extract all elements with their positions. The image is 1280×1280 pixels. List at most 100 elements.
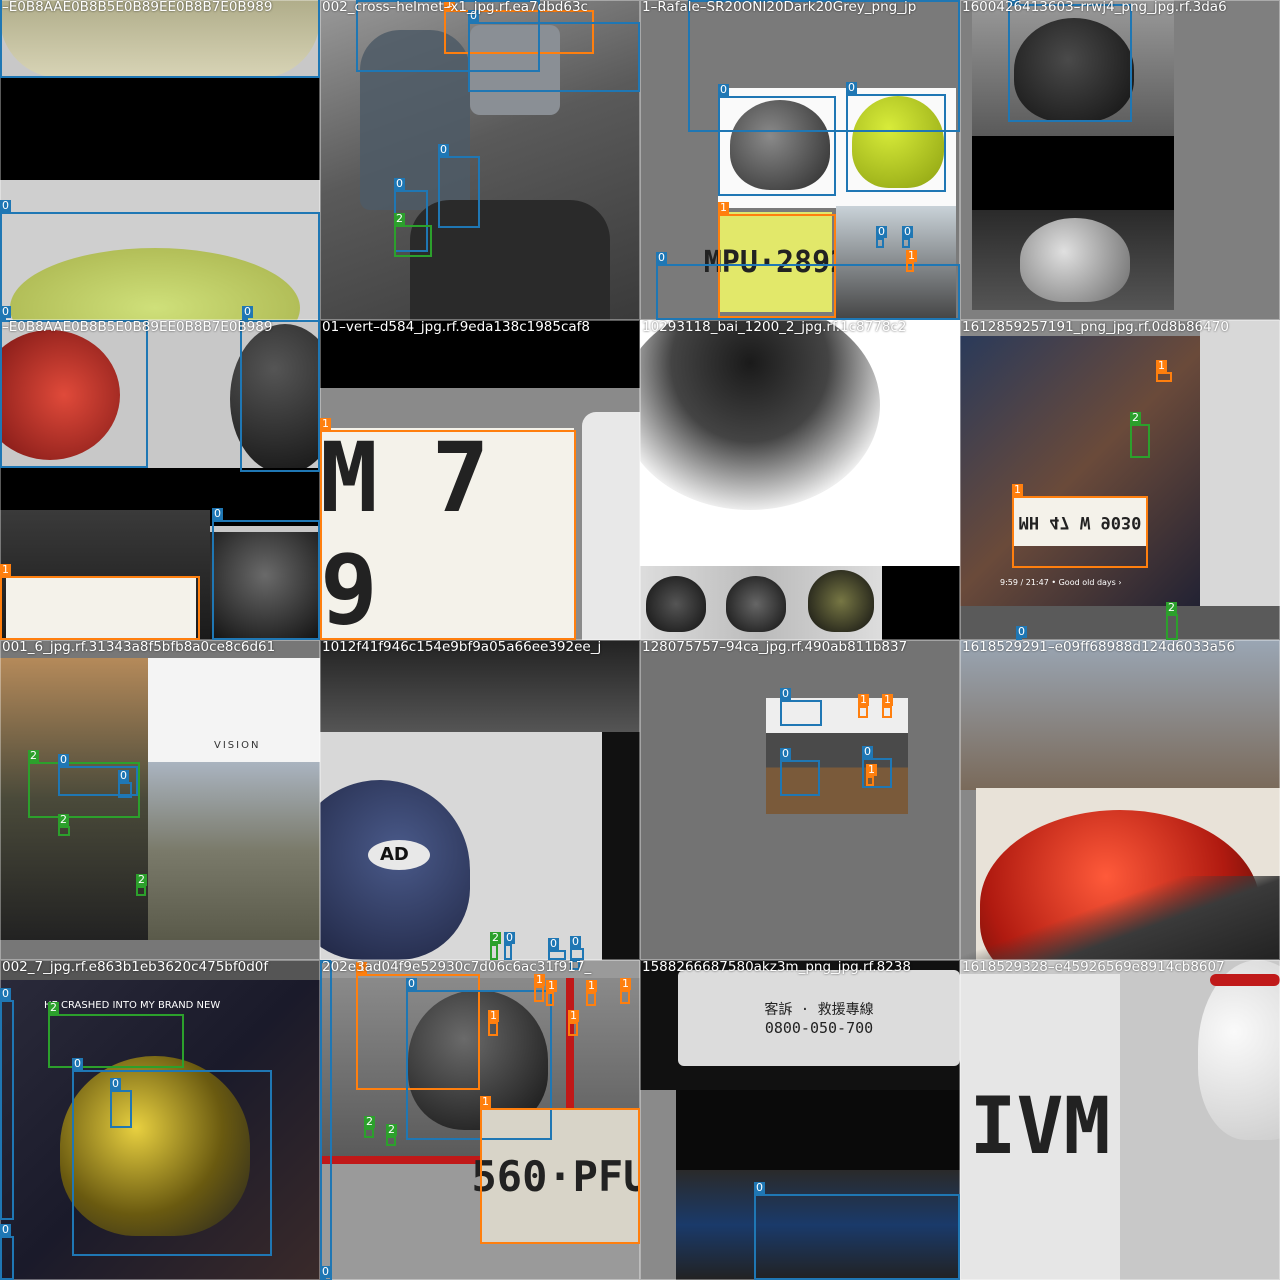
bbox: 1	[586, 980, 597, 1006]
bbox: 0	[1008, 0, 1132, 122]
mosaic-tile: MPU·2892 0 0 0 1 0 0 0 1 1–Rafale–SR20ON…	[640, 0, 960, 320]
black-padding	[972, 136, 1174, 210]
bbox: 1	[1156, 360, 1172, 382]
bbox: 0	[72, 1058, 272, 1256]
video-title: HE CRASHED INTO MY BRAND NEW	[44, 1000, 221, 1011]
gray-area	[640, 1090, 676, 1280]
bbox: 1	[858, 694, 869, 718]
tile-filename: –E0B8AAE0B8B5E0B89EE0B8B7E0B989	[2, 0, 273, 15]
helmet-small-image	[646, 576, 706, 632]
bbox: 0	[548, 938, 566, 960]
bbox: 0	[118, 770, 132, 798]
mosaic-tile: MVI 1618529328–e45926569e8914cb8607	[960, 960, 1280, 1280]
car-image	[1200, 320, 1280, 606]
tile-filename: 002_cross–helmet–x1_jpg.rf.ea7dbd63c	[322, 0, 588, 15]
bbox: 1	[620, 978, 631, 1004]
rider-street-image	[960, 640, 1280, 790]
mosaic-grid: 0 0 0 0 –E0B8AAE0B8B5E0B89EE0B8B7E0B989 …	[0, 0, 1280, 1280]
bbox: 2	[58, 814, 70, 836]
bbox: 1	[320, 418, 576, 640]
bbox: 2	[490, 932, 501, 960]
bbox: 1	[1012, 484, 1148, 568]
tile-filename: –E0B8AAE0B8B5E0B89EE0B8B7E0B989	[2, 320, 273, 335]
tile-filename: 1588266687580akz3m_png_jpg.rf.8238	[642, 960, 911, 975]
bbox: 0	[320, 960, 332, 1280]
helmet-small-image	[726, 576, 786, 632]
bbox: 1	[546, 980, 557, 1006]
bbox: 1	[534, 974, 545, 1002]
bbox: 0	[0, 988, 14, 1220]
bbox: 1	[866, 764, 877, 786]
bbox: 2	[386, 1124, 397, 1146]
helmet-navy-image	[320, 780, 470, 960]
mosaic-tile: 560·PFU 1 0 0 2 0 1 1 1 1 1 1 2 1 0 202e…	[320, 960, 640, 1280]
mosaic-tile: 0 0 0 0 –E0B8AAE0B8B5E0B89EE0B8B7E0B989	[0, 0, 320, 320]
bbox: 0	[438, 144, 480, 228]
plate-phone-text: 0800-050-700	[764, 1019, 874, 1037]
bbox: 0	[876, 226, 887, 248]
mosaic-tile: 10293118_bai_1200_2_jpg.rf.1c8778c2	[640, 320, 960, 640]
mosaic-tile: 0 0 0 1 –E0B8AAE0B8B5E0B89EE0B8B7E0B989	[0, 320, 320, 640]
tile-filename: 202e3ad04f9e52930c7d06c6ac31f917_	[322, 960, 592, 975]
visor-image	[640, 320, 880, 510]
bbox: 2	[1130, 412, 1150, 458]
tile-filename: 1012f41f946c154e9bf9a05a66ee392ee_j	[322, 640, 602, 655]
mosaic-tile: 1 0 0 0 0 2 002_cross–helmet–x1_jpg.rf.e…	[320, 0, 640, 320]
bbox: 0	[0, 200, 320, 320]
bbox: 1	[882, 694, 893, 718]
bbox: 1	[0, 564, 200, 640]
tile-filename: 01–vert–d584_jpg.rf.9eda138c1985caf8	[322, 320, 591, 335]
tile-filename: 1–Rafale–SR20ONI20Dark20Grey_png_jp	[642, 0, 917, 15]
helmet-small-image	[808, 570, 874, 632]
mosaic-tile: 1618529291–e09ff68988d124d6033a56	[960, 640, 1280, 960]
bbox: 0	[718, 84, 836, 196]
bbox: 2	[1166, 602, 1178, 640]
bbox: 0	[656, 252, 960, 320]
helmet-silver-image	[1020, 218, 1130, 302]
mosaic-tile: MH 47 W 9030 9:59 / 21:47 • Good old day…	[960, 320, 1280, 640]
bbox: 2	[364, 1116, 375, 1138]
bbox: 0	[570, 936, 584, 960]
bbox: 0	[212, 508, 320, 640]
black-padding	[602, 732, 640, 960]
black-padding	[676, 1090, 960, 1170]
traffic-road-image	[148, 762, 320, 940]
tile-filename: 1618529328–e45926569e8914cb8607	[962, 960, 1225, 975]
bbox: 0	[780, 688, 822, 726]
license-plate: MVI	[960, 974, 1120, 1280]
poster-text: VISION	[214, 740, 261, 751]
tile-filename: 001_6_jpg.rf.31343a8f5bfb8a0ce8c6d61	[2, 640, 276, 655]
bbox: 0	[0, 320, 148, 468]
black-padding	[0, 78, 320, 180]
tile-filename: 1600426413603–rrwj4_png_jpg.rf.3da6	[962, 0, 1227, 15]
mosaic-tile: 0 1600426413603–rrwj4_png_jpg.rf.3da6	[960, 0, 1280, 320]
bbox: 1	[480, 1096, 640, 1244]
license-plate: 客訴 · 救援專線 0800-050-700	[678, 970, 960, 1066]
bbox: 0	[754, 1182, 960, 1280]
mosaic-tile: M 7 9 1 01–vert–d584_jpg.rf.9eda138c1985…	[320, 320, 640, 640]
tile-filename: 002_7_jpg.rf.e863b1eb3620c475bf0d0f	[2, 960, 269, 975]
mosaic-tile: AD 2 0 0 0 1012f41f946c154e9bf9a05a66ee3…	[320, 640, 640, 960]
bbox: 1	[906, 250, 917, 272]
helmet-red-trim	[1210, 974, 1280, 986]
bbox: 2	[48, 1002, 184, 1068]
tile-filename: 1612859257191_png_jpg.rf.0d8b86470	[962, 320, 1229, 335]
gray-padding	[0, 940, 320, 960]
mosaic-tile: HE CRASHED INTO MY BRAND NEW 0 2 0 0 0 0…	[0, 960, 320, 1280]
mosaic-tile: 客訴 · 救援專線 0800-050-700 0 1588266687580ak…	[640, 960, 960, 1280]
bbox: 0	[780, 748, 820, 796]
road-image	[960, 606, 1280, 640]
plate-cjk-text: 客訴 · 救援專線	[764, 1002, 874, 1018]
black-padding	[882, 566, 960, 640]
bbox: 1	[488, 1010, 499, 1036]
tile-filename: 1618529291–e09ff68988d124d6033a56	[962, 640, 1236, 655]
mosaic-tile: 0 1 1 0 0 1 128075757–94ca_jpg.rf.490ab8…	[640, 640, 960, 960]
bbox: 0	[846, 82, 946, 192]
helmet-visor-edge	[960, 876, 1280, 960]
plate-edge-image	[582, 412, 640, 640]
mosaic-tile: VISION 2 0 0 2 2 001_6_jpg.rf.31343a8f5b…	[0, 640, 320, 960]
bbox: 0	[240, 320, 320, 472]
helmet-emblem-text: AD	[380, 844, 409, 865]
video-caption: 9:59 / 21:47 • Good old days ›	[1000, 578, 1122, 587]
bbox: 0	[902, 226, 913, 248]
